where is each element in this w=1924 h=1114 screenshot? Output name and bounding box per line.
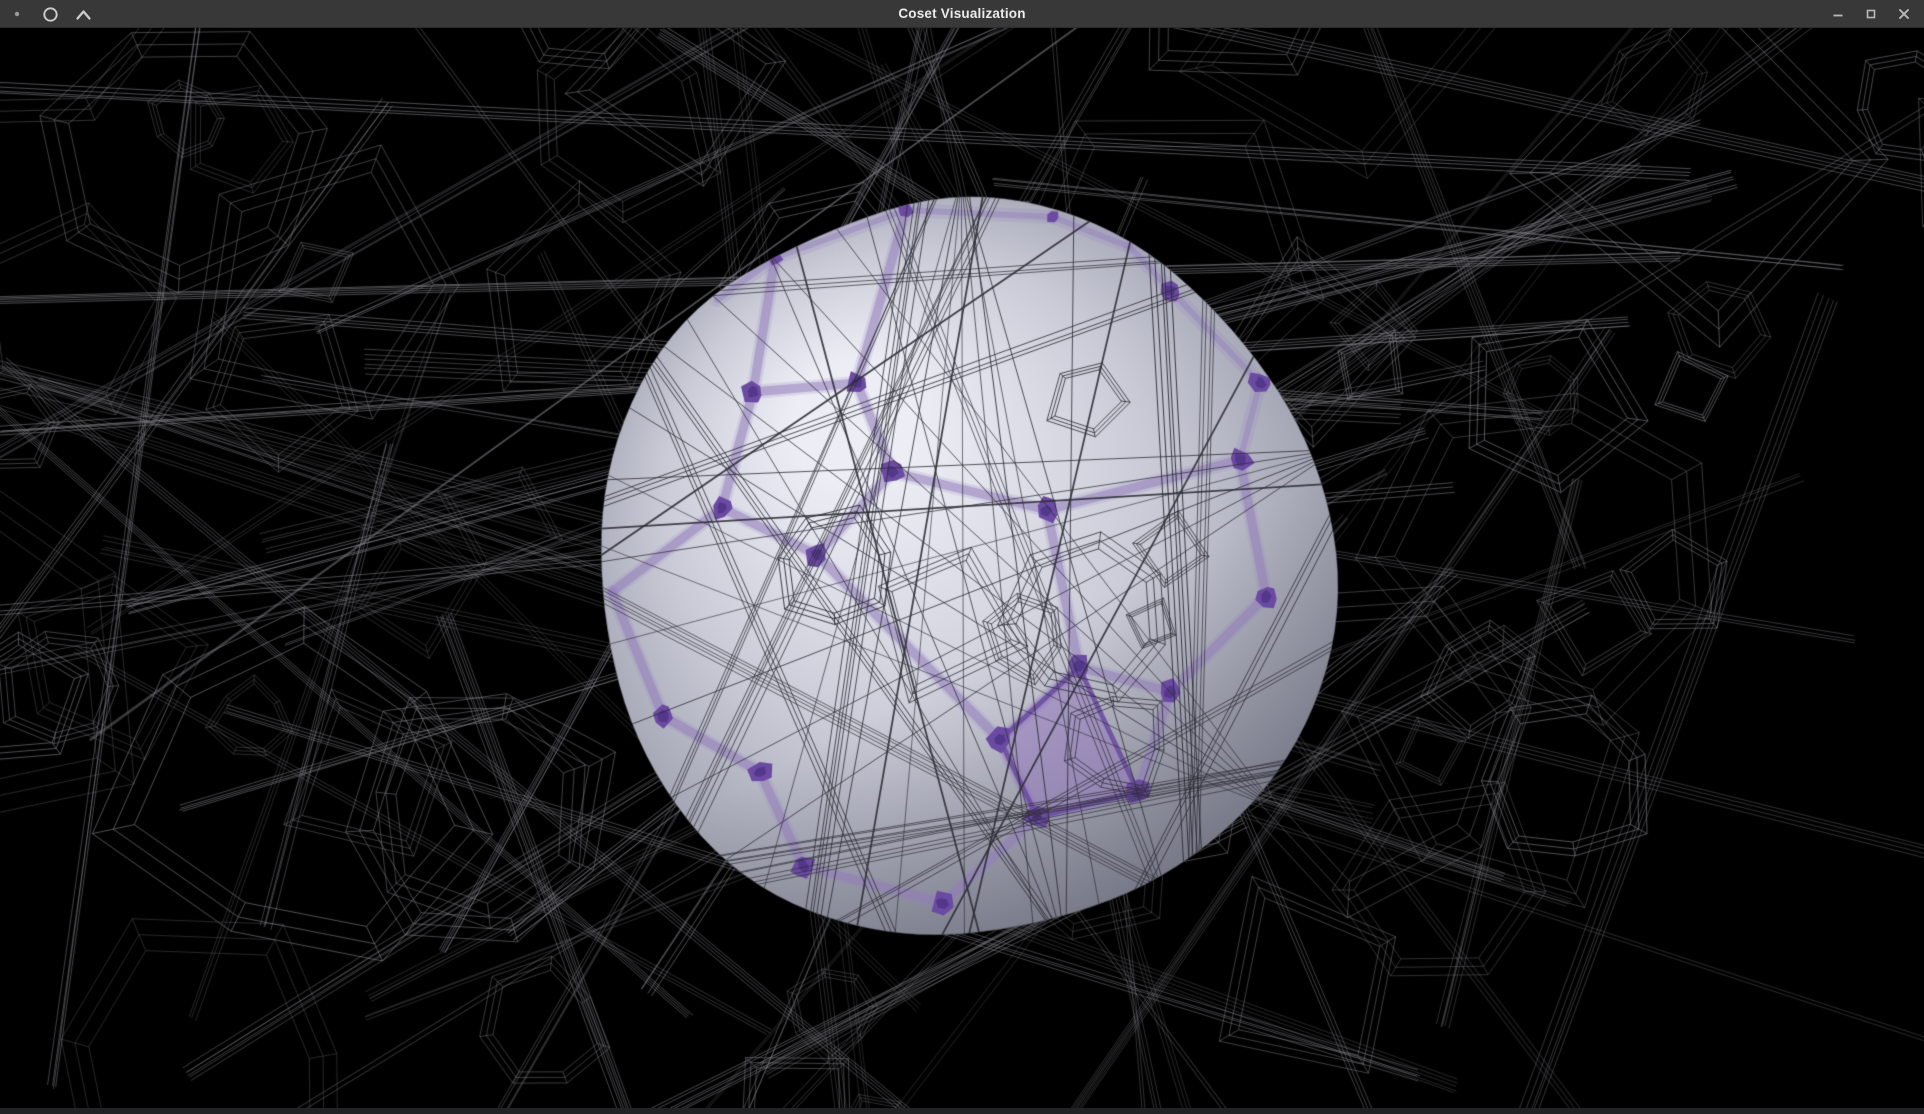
maximize-button[interactable]: [1859, 2, 1883, 26]
close-button[interactable]: [1892, 2, 1916, 26]
coset-3d-viewport[interactable]: [0, 28, 1924, 1108]
window-resize-edge[interactable]: [0, 1108, 1924, 1114]
app-window: Coset Visualization: [0, 0, 1924, 1114]
window-controls: [1826, 0, 1916, 28]
status-dot-icon: [6, 3, 28, 25]
window-title: Coset Visualization: [0, 0, 1924, 28]
chevron-up-icon[interactable]: [72, 3, 94, 25]
circle-icon[interactable]: [39, 3, 61, 25]
minimize-button[interactable]: [1826, 2, 1850, 26]
titlebar: Coset Visualization: [0, 0, 1924, 28]
titlebar-left-icons: [6, 0, 94, 28]
